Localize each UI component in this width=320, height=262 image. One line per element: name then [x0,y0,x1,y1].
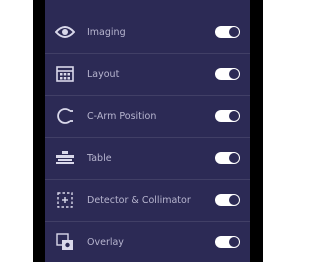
overlay-icon [54,231,76,253]
grid-layout-icon [54,63,76,85]
setting-label-imaging: Imaging [87,26,126,38]
detector-collimator-icon [54,189,76,211]
setting-row-detector-collimator[interactable]: Detector & Collimator [45,179,250,222]
c-arm-icon [54,105,76,127]
setting-row-c-arm-position[interactable]: C-Arm Position [45,95,250,138]
visibility-settings-panel: Imaging Layout C-Arm Position Table Dete… [45,0,250,262]
setting-row-overlay[interactable]: Overlay [45,221,250,262]
detector-collimator-toggle[interactable] [215,194,240,206]
setting-label-c-arm-position: C-Arm Position [87,110,157,122]
c-arm-position-toggle[interactable] [215,110,240,122]
eye-icon [54,21,76,43]
layout-toggle[interactable] [215,68,240,80]
setting-row-table[interactable]: Table [45,137,250,180]
imaging-toggle[interactable] [215,26,240,38]
setting-label-overlay: Overlay [87,236,124,248]
setting-row-layout[interactable]: Layout [45,53,250,96]
setting-label-table: Table [87,152,112,164]
table-toggle[interactable] [215,152,240,164]
setting-label-layout: Layout [87,68,120,80]
setting-label-detector-collimator: Detector & Collimator [87,194,191,206]
setting-row-imaging[interactable]: Imaging [45,11,250,54]
table-icon [54,147,76,169]
overlay-toggle[interactable] [215,236,240,248]
